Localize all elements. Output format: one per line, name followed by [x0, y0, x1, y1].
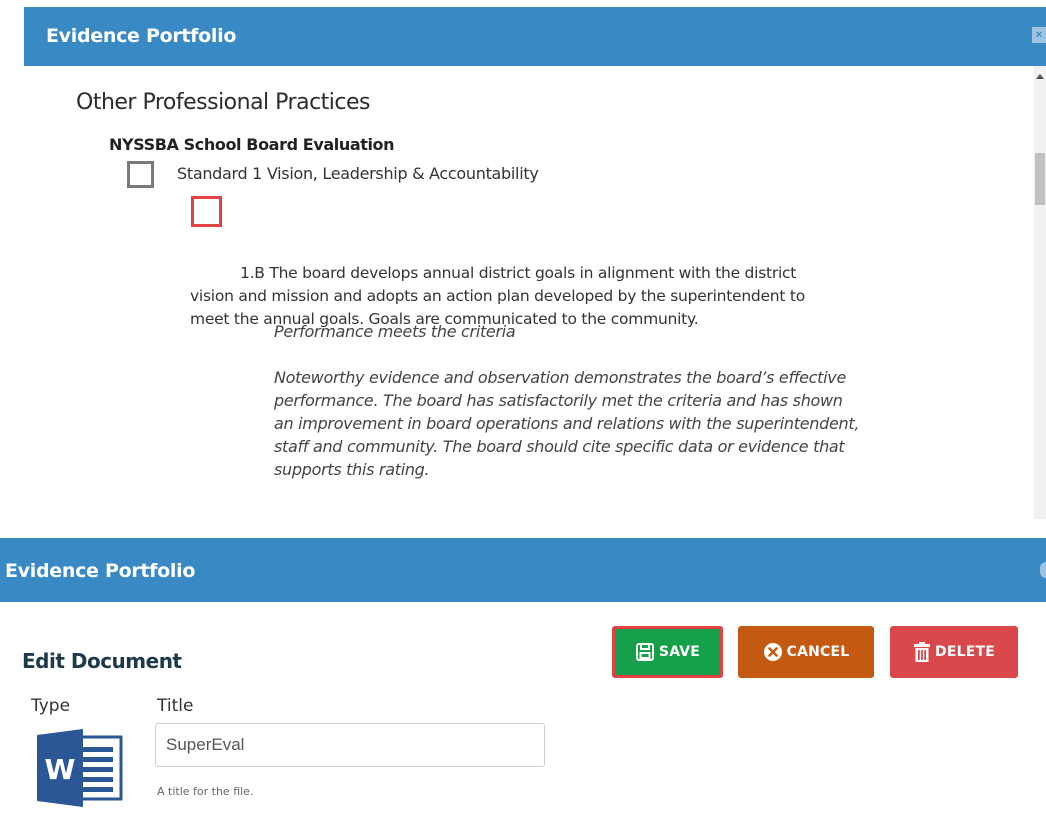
- standard-checkbox[interactable]: [127, 161, 154, 188]
- edit-document-heading: Edit Document: [22, 649, 182, 673]
- trash-icon: [913, 642, 931, 662]
- rating-title: Performance meets the criteria: [274, 322, 516, 341]
- floppy-disk-icon: [635, 642, 655, 662]
- window-title: Evidence Portfolio: [46, 25, 237, 47]
- evidence-portfolio-panel-bottom: Evidence Portfolio Edit Document SAVE CA…: [0, 538, 1046, 818]
- window-titlebar: Evidence Portfolio: [0, 538, 1046, 602]
- title-label: Title: [157, 696, 194, 716]
- cancel-button[interactable]: CANCEL: [738, 626, 874, 678]
- rating-block: Performance meets the criteria Noteworth…: [274, 320, 864, 504]
- title-helper-text: A title for the file.: [157, 785, 254, 798]
- close-icon[interactable]: [1040, 562, 1046, 578]
- save-button-label: SAVE: [658, 644, 701, 660]
- svg-text:W: W: [45, 753, 76, 786]
- window-titlebar: Evidence Portfolio ×: [24, 7, 1046, 66]
- type-label: Type: [31, 696, 71, 716]
- scroll-thumb[interactable]: [1035, 153, 1045, 205]
- cancel-button-label: CANCEL: [786, 644, 850, 660]
- x-circle-icon: [763, 642, 783, 662]
- standard-label: Standard 1 Vision, Leadership & Accounta…: [177, 164, 539, 183]
- subsection-heading: NYSSBA School Board Evaluation: [109, 135, 395, 154]
- window-title: Evidence Portfolio: [5, 560, 196, 582]
- vertical-scrollbar[interactable]: [1034, 66, 1046, 519]
- section-heading: Other Professional Practices: [76, 90, 371, 115]
- criterion-checkbox[interactable]: [191, 196, 222, 227]
- evidence-portfolio-panel-top: Evidence Portfolio × Other Professional …: [24, 7, 1046, 519]
- word-document-icon: W: [37, 729, 125, 807]
- delete-button[interactable]: DELETE: [890, 626, 1018, 678]
- rating-description: Noteworthy evidence and observation demo…: [274, 368, 860, 479]
- scroll-up-arrow-icon[interactable]: [1036, 74, 1044, 79]
- delete-button-label: DELETE: [935, 644, 995, 660]
- save-button[interactable]: SAVE: [612, 626, 723, 678]
- close-icon[interactable]: ×: [1032, 27, 1046, 43]
- panel-content: Other Professional Practices NYSSBA Scho…: [24, 66, 1034, 519]
- title-input[interactable]: [155, 723, 545, 767]
